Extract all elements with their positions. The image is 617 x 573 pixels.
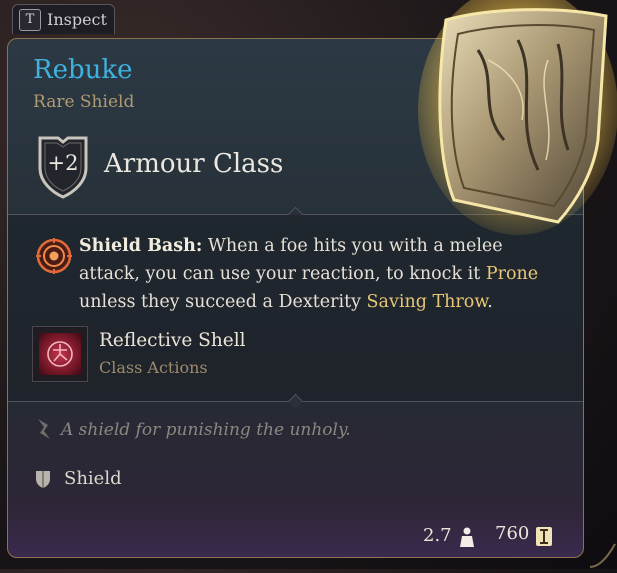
- item-type: Shield: [64, 468, 122, 489]
- flavor-quill-icon: [34, 417, 54, 441]
- action-name: Reflective Shell: [99, 330, 246, 351]
- item-weight: 2.7: [423, 525, 452, 546]
- passive-text-3: .: [487, 292, 493, 312]
- corner-ornament: [588, 540, 617, 569]
- flavor-text: A shield for punishing the unholy.: [61, 420, 351, 440]
- properties-section: Shield Bash: When a foe hits you with a …: [8, 215, 583, 401]
- armour-class-value: +2: [47, 151, 79, 175]
- gold-coin-icon: [535, 526, 553, 547]
- armour-class-badge: +2: [34, 134, 92, 200]
- armour-class-label: Armour Class: [104, 149, 284, 179]
- item-rarity: Rare Shield: [33, 92, 135, 112]
- shield-bash-description: Shield Bash: When a foe hits you with a …: [79, 232, 569, 316]
- item-price: 760: [495, 523, 530, 544]
- passive-text-2: unless they succeed a Dexterity: [79, 292, 367, 312]
- reflective-shell-icon[interactable]: [32, 326, 88, 382]
- inspect-tab[interactable]: T Inspect: [12, 4, 115, 34]
- passive-name: Shield Bash:: [79, 236, 203, 256]
- shield-artwork: [418, 0, 617, 236]
- weight-icon: [459, 526, 475, 548]
- shield-bash-icon[interactable]: [35, 237, 73, 275]
- shield-type-icon: [35, 470, 51, 489]
- keyword-saving-throw[interactable]: Saving Throw: [367, 292, 488, 312]
- item-name: Rebuke: [33, 55, 133, 85]
- inspect-label: Inspect: [47, 10, 107, 29]
- action-category: Class Actions: [99, 358, 208, 377]
- inspect-hotkey: T: [19, 8, 41, 31]
- keyword-prone[interactable]: Prone: [486, 264, 538, 284]
